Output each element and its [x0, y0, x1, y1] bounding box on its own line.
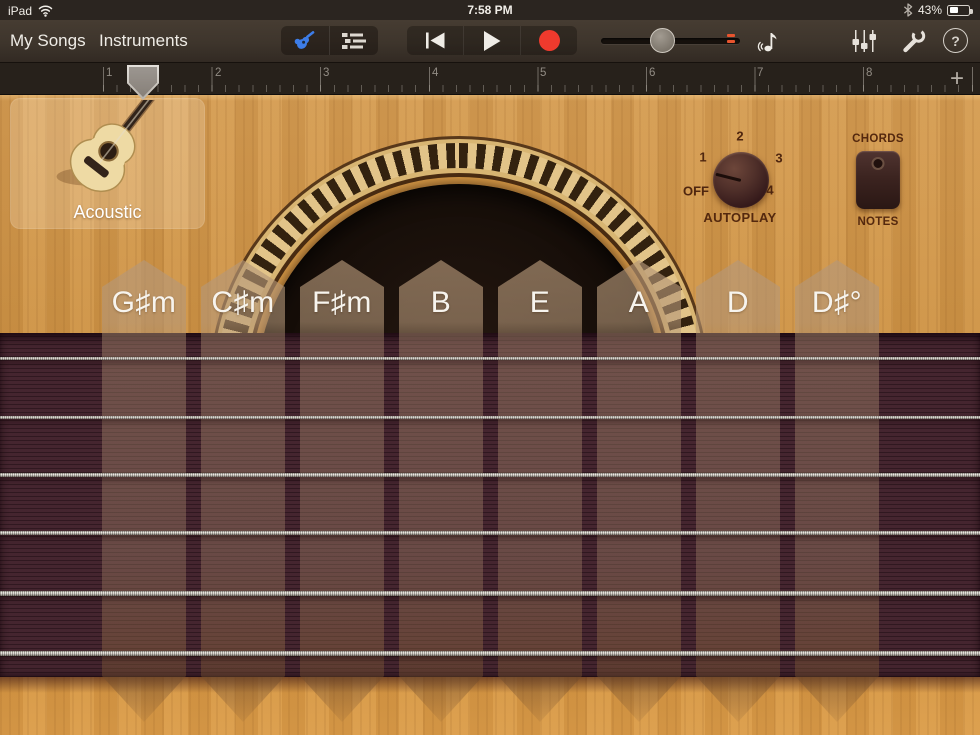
knob-pointer [715, 172, 741, 181]
chord-name: B [431, 286, 452, 320]
volume-max-icon [727, 34, 735, 37]
guitar-string[interactable] [0, 473, 980, 477]
song-settings-button[interactable] [901, 28, 927, 54]
instrument-view-button[interactable] [281, 26, 329, 55]
switch-indicator [872, 157, 885, 170]
chord-name: G♯m [112, 286, 177, 320]
autoplay-position-1: 1 [699, 150, 706, 165]
autoplay-position-3: 3 [775, 151, 782, 166]
chord-name: F♯m [312, 286, 372, 320]
guitar-string[interactable] [0, 416, 980, 419]
chords-label: CHORDS [852, 133, 904, 145]
volume-slider-knob[interactable] [650, 28, 675, 53]
measure-number: 2 [215, 67, 221, 79]
chord-name: E [530, 286, 551, 320]
chords-notes-switch[interactable] [856, 151, 900, 209]
guitar-body: Acoustic 1 2 3 4 OFF AUTOPLAY CHORDS NOT… [0, 95, 980, 735]
chord-name: C♯m [211, 286, 274, 320]
guitar-icon [293, 31, 317, 51]
garageband-acoustic-guitar-screen: iPad 7:58 PM 43% My Songs Instruments [0, 0, 980, 735]
add-section-button[interactable]: + [942, 65, 972, 93]
autoplay-off-label: OFF [683, 184, 709, 199]
clock-time: 7:58 PM [0, 3, 980, 17]
toolbar: My Songs Instruments [0, 20, 980, 62]
instrument-name: Acoustic [10, 202, 205, 223]
volume-max-icon [727, 40, 735, 43]
track-controls-button[interactable] [852, 29, 876, 53]
battery-icon [947, 5, 970, 16]
timeline-ruler[interactable]: 1 2 3 4 5 6 7 8 + [0, 62, 980, 95]
record-icon [539, 30, 560, 51]
wrench-icon [901, 28, 927, 54]
tracks-icon [342, 33, 366, 49]
acoustic-guitar-image [32, 100, 182, 209]
instruments-button[interactable]: Instruments [99, 31, 188, 51]
autoplay-knob[interactable] [713, 152, 769, 208]
note-icon [755, 27, 781, 54]
play-icon [483, 31, 501, 51]
rewind-button[interactable] [407, 26, 463, 55]
my-songs-button[interactable]: My Songs [10, 31, 86, 51]
measure-number: 6 [649, 67, 655, 79]
status-bar: iPad 7:58 PM 43% [0, 0, 980, 20]
chord-name: D [727, 286, 749, 320]
mixer-faders-icon [852, 29, 876, 53]
measure-number: 4 [432, 67, 438, 79]
beat-tick-marks [103, 85, 980, 92]
playhead[interactable] [127, 65, 159, 100]
autoplay-title: AUTOPLAY [703, 210, 776, 225]
instrument-selector-card[interactable]: Acoustic [10, 98, 205, 229]
bluetooth-icon [903, 3, 913, 17]
tracks-view-button[interactable] [329, 26, 378, 55]
notes-label: NOTES [857, 216, 898, 228]
play-button[interactable] [463, 26, 520, 55]
instrument-volume-button[interactable] [755, 27, 781, 54]
question-mark-icon: ? [943, 28, 968, 53]
chord-name: D♯° [812, 286, 862, 320]
view-toggle [281, 26, 378, 55]
record-button[interactable] [520, 26, 577, 55]
autoplay-position-2: 2 [736, 129, 743, 144]
guitar-string[interactable] [0, 591, 980, 596]
guitar-string[interactable] [0, 357, 980, 360]
transport-controls [407, 26, 577, 55]
measure-number: 7 [757, 67, 763, 79]
measure-number: 3 [323, 67, 329, 79]
measure-number: 1 [106, 67, 112, 79]
guitar-string[interactable] [0, 531, 980, 535]
battery-percent: 43% [918, 3, 942, 17]
measure-number: 5 [540, 67, 546, 79]
chord-name: A [629, 286, 650, 320]
measure-number: 8 [866, 67, 872, 79]
help-button[interactable]: ? [943, 28, 968, 53]
guitar-string[interactable] [0, 651, 980, 656]
rewind-icon [425, 32, 446, 49]
